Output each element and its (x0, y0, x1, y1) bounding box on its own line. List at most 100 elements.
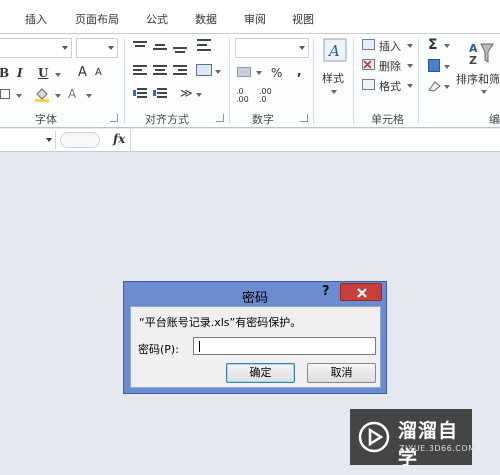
font-color-button[interactable]: A (68, 87, 76, 101)
align-left-icon[interactable] (133, 65, 147, 77)
shrink-font-button[interactable]: A (95, 67, 102, 78)
text-caret (199, 341, 200, 352)
group-label-alignment: 对齐方式 (145, 113, 189, 126)
delete-dropdown-icon[interactable] (407, 64, 413, 68)
protected-file-message: “平台账号记录.xls”有密码保护。 (139, 316, 302, 329)
help-icon[interactable]: ? (322, 284, 330, 299)
increase-decimal-button[interactable]: .0 .00 (236, 88, 256, 104)
format-dropdown-icon[interactable] (407, 84, 413, 88)
group-divider (418, 38, 419, 124)
orientation-dropdown-icon[interactable] (196, 93, 202, 97)
delete-cells-button[interactable]: 删除 (379, 58, 401, 74)
underline-button[interactable]: U (38, 66, 48, 80)
group-divider (229, 38, 230, 124)
name-box-dropdown-icon[interactable] (46, 138, 52, 142)
grow-font-button[interactable]: A (78, 65, 87, 80)
increase-indent-icon[interactable] (153, 88, 167, 100)
insert-cells-button[interactable]: 插入 (379, 38, 401, 54)
align-top-icon[interactable] (133, 41, 147, 53)
font-dialog-launcher-icon[interactable] (110, 114, 118, 122)
border-icon[interactable] (0, 89, 10, 99)
group-divider (124, 38, 125, 124)
align-middle-icon[interactable] (153, 41, 167, 53)
currency-icon[interactable] (237, 67, 251, 77)
styles-icon[interactable]: A (323, 38, 347, 62)
password-dialog: 密码 ? “平台账号记录.xls”有密码保护。 密码(P): 确定 取消 (123, 281, 387, 394)
sort-filter-dropdown-icon[interactable] (481, 90, 487, 94)
svg-text:Z: Z (469, 54, 477, 66)
close-button[interactable] (340, 283, 382, 301)
group-label-font: 字体 (35, 113, 57, 126)
autosum-dropdown-icon[interactable] (444, 44, 450, 48)
cancel-button[interactable]: 取消 (307, 363, 376, 383)
tab-formulas[interactable]: 公式 (146, 11, 168, 27)
alignment-dialog-launcher-icon[interactable] (216, 114, 224, 122)
password-input[interactable] (193, 337, 376, 355)
merge-center-icon[interactable] (196, 64, 212, 76)
underline-dropdown-icon[interactable] (55, 73, 61, 77)
formula-bar: fx (0, 129, 500, 152)
password-label: 密码(P): (138, 343, 179, 356)
insert-function-icon[interactable]: fx (113, 132, 125, 146)
sort-filter-icon[interactable]: AZ (467, 38, 495, 67)
font-color-dropdown-icon[interactable] (86, 94, 92, 98)
merge-dropdown-icon[interactable] (215, 70, 221, 74)
format-cells-icon[interactable] (362, 79, 375, 90)
insert-cells-icon[interactable] (362, 39, 375, 50)
watermark-title: 溜溜自学 (398, 420, 459, 469)
ribbon: B I U A A A 字体 ≫ 对齐方式 % , .0 .00 .00 .0 … (0, 34, 500, 128)
ribbon-tab-bar: 插入 页面布局 公式 数据 审阅 视图 (0, 0, 500, 34)
decrease-decimal-button[interactable]: .00 .0 (259, 88, 279, 104)
svg-text:A: A (327, 42, 340, 60)
bold-button[interactable]: B (0, 66, 9, 80)
tab-insert[interactable]: 插入 (25, 11, 47, 27)
dialog-title: 密码 (242, 291, 269, 306)
styles-dropdown-icon[interactable] (331, 90, 337, 94)
group-divider (353, 38, 354, 124)
name-box[interactable] (0, 131, 56, 149)
group-label-cells: 单元格 (371, 113, 404, 126)
fill-icon[interactable] (428, 59, 440, 72)
dialog-title-bar[interactable]: 密码 ? (124, 282, 386, 306)
close-icon (357, 288, 367, 298)
tab-data[interactable]: 数据 (195, 11, 217, 27)
font-name-combo[interactable] (0, 38, 72, 58)
tab-page-layout[interactable]: 页面布局 (75, 11, 119, 27)
fill-color-dropdown-icon[interactable] (55, 94, 61, 98)
clear-dropdown-icon[interactable] (444, 85, 450, 89)
orientation-icon[interactable]: ≫ (180, 86, 193, 100)
comma-button[interactable]: , (297, 64, 302, 78)
fill-color-icon[interactable] (34, 86, 50, 102)
delete-cells-icon[interactable] (362, 59, 375, 70)
border-dropdown-icon[interactable] (16, 94, 22, 98)
align-right-icon[interactable] (173, 65, 187, 77)
number-format-combo[interactable] (235, 38, 309, 58)
styles-button-label[interactable]: 样式 (322, 70, 344, 86)
ok-button[interactable]: 确定 (226, 363, 295, 383)
dialog-body: “平台账号记录.xls”有密码保护。 密码(P): 确定 取消 (130, 306, 381, 388)
clear-icon[interactable] (427, 80, 441, 92)
tab-review[interactable]: 审阅 (244, 11, 266, 27)
fill-dropdown-icon[interactable] (444, 65, 450, 69)
group-divider (313, 38, 314, 124)
watermark: 溜溜自学 ZIXUE.3D66.COM (350, 409, 475, 469)
wrap-text-icon[interactable] (197, 39, 211, 51)
autosum-button[interactable]: Σ (428, 37, 438, 53)
decrease-indent-icon[interactable] (133, 88, 147, 100)
number-dialog-launcher-icon[interactable] (300, 114, 308, 122)
insert-dropdown-icon[interactable] (407, 44, 413, 48)
sort-filter-button-label[interactable]: 排序和筛 (456, 71, 500, 87)
formula-divider (130, 129, 131, 152)
tab-view[interactable]: 视图 (292, 11, 314, 27)
font-size-combo[interactable] (76, 38, 118, 58)
group-label-editing: 编 (489, 113, 500, 126)
italic-button[interactable]: I (17, 66, 23, 80)
format-cells-button[interactable]: 格式 (379, 78, 401, 94)
currency-dropdown-icon[interactable] (256, 71, 262, 75)
percent-button[interactable]: % (271, 66, 282, 80)
align-bottom-icon[interactable] (173, 41, 187, 53)
formula-bar-handle[interactable] (60, 132, 100, 148)
group-label-number: 数字 (252, 113, 274, 126)
align-center-icon[interactable] (153, 65, 167, 77)
watermark-subtitle: ZIXUE.3D66.COM (399, 444, 476, 453)
